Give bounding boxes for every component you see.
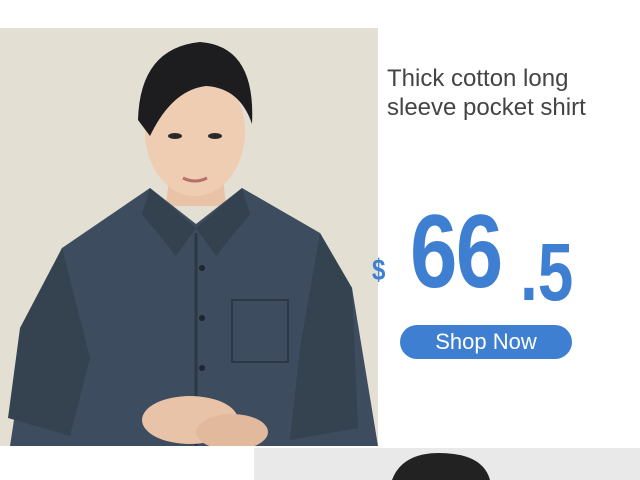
next-model-hair [392, 453, 490, 480]
product-title-line1: Thick cotton long [387, 65, 569, 92]
currency-symbol: $ [372, 254, 386, 287]
model-illustration [8, 42, 378, 446]
shop-now-button[interactable]: Shop Now [400, 325, 572, 359]
price-decimal: .5 [520, 227, 574, 318]
product-price: $ 66 .5 [370, 194, 610, 314]
next-product-photo[interactable] [254, 448, 640, 480]
price-integer: 66 [410, 194, 503, 310]
product-title-line2: sleeve pocket shirt [387, 94, 586, 121]
product-title: Thick cotton long sleeve pocket shirt [387, 64, 637, 122]
product-photo[interactable] [0, 28, 378, 446]
